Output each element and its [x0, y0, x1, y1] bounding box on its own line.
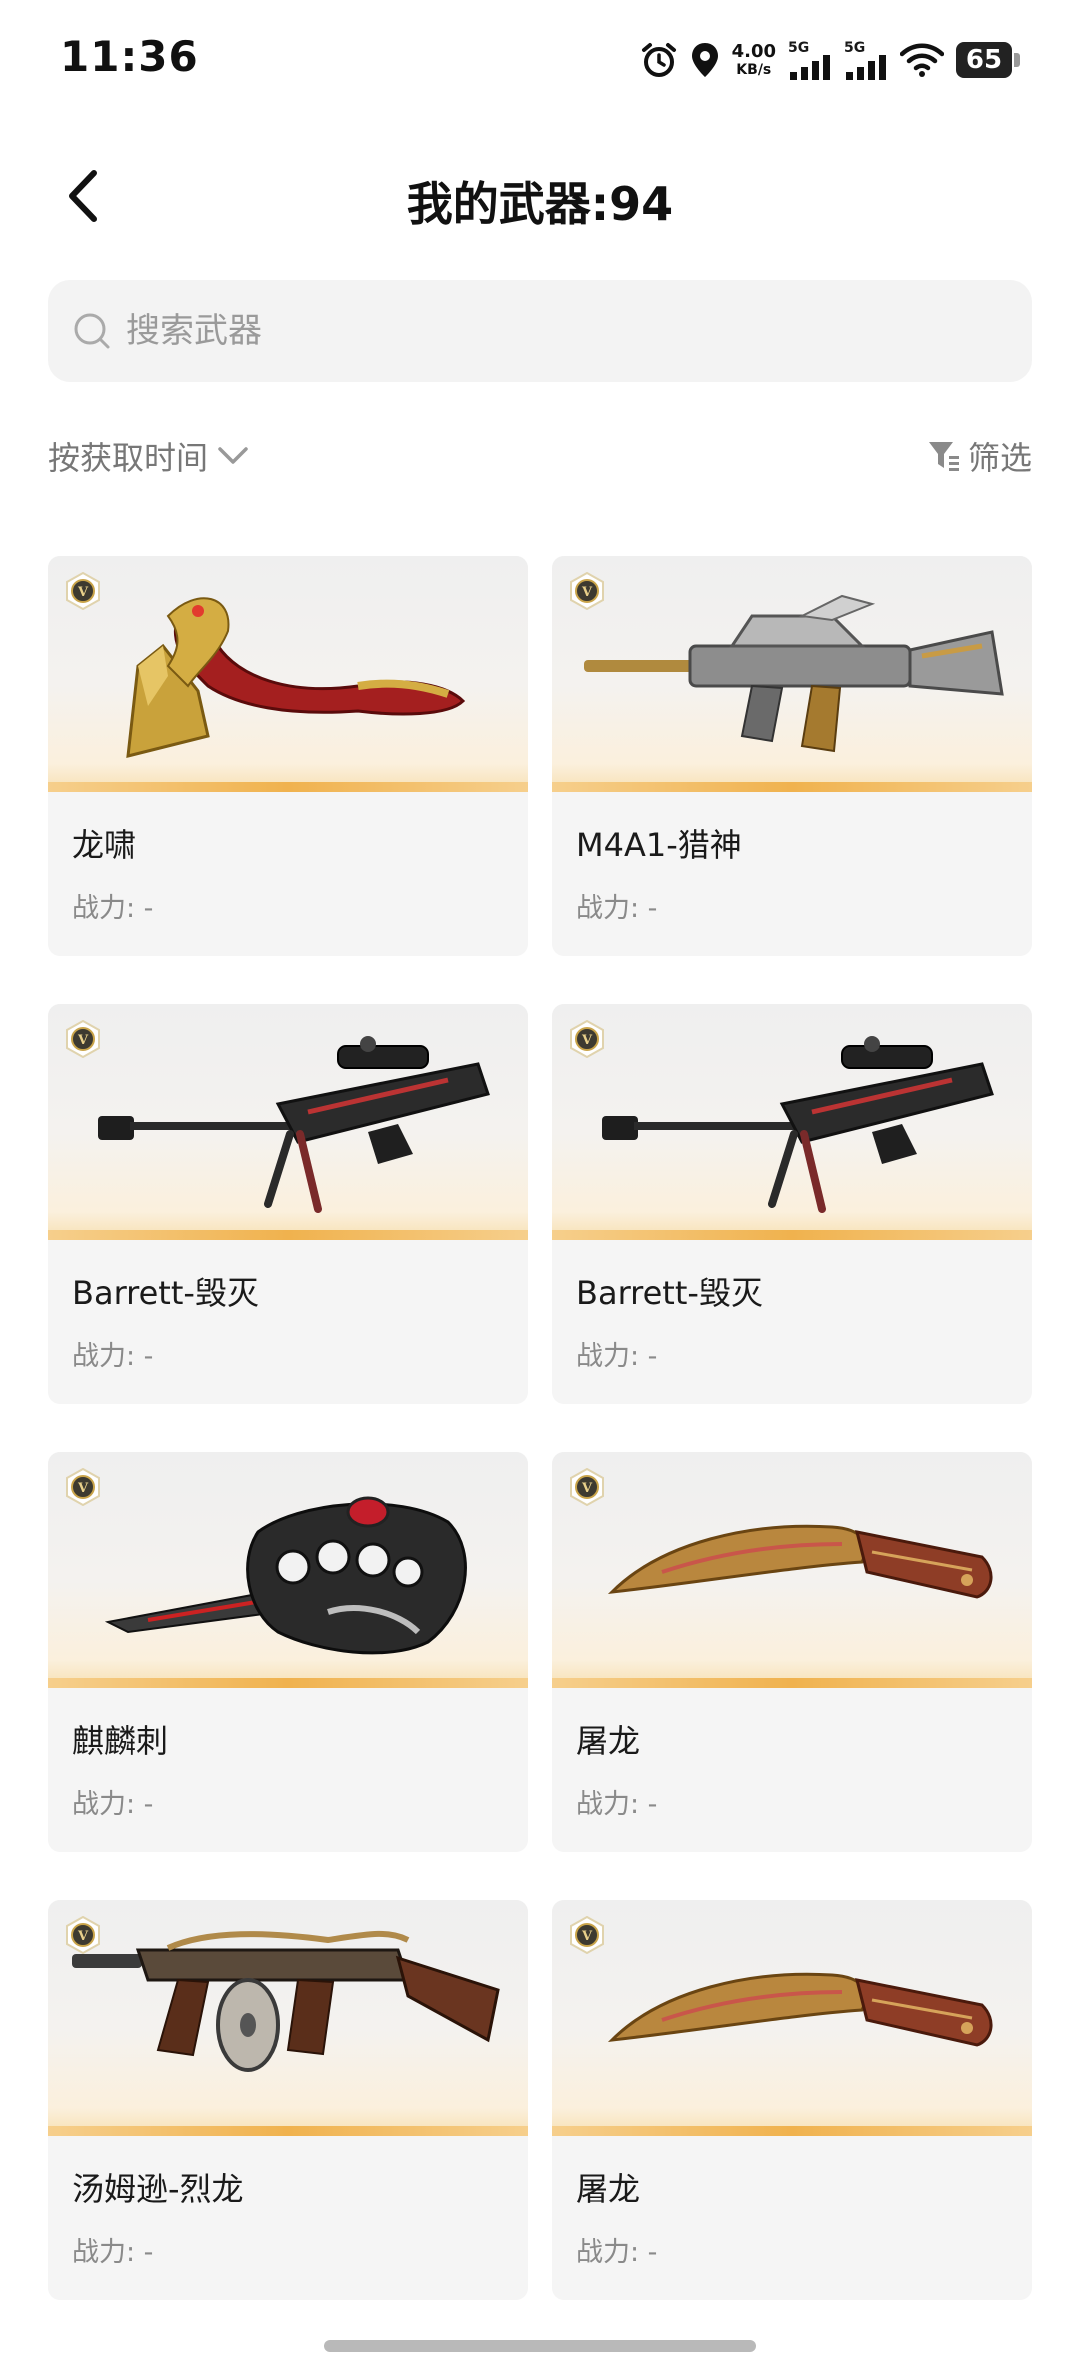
- kukri-knife-icon: [607, 1524, 993, 1599]
- axe-icon: [126, 597, 466, 758]
- weapon-name: M4A1-猎神: [576, 826, 742, 864]
- weapon-card[interactable]: V 汤姆逊-烈龙 战力: -: [48, 1900, 528, 2300]
- wifi-icon: [900, 42, 944, 78]
- vip-badge-icon: V: [66, 1916, 100, 1954]
- alarm-icon: [640, 41, 678, 79]
- weapon-power: 战力: -: [72, 1789, 154, 1820]
- network-speed-value: 4.00: [731, 41, 776, 62]
- search-icon: [70, 309, 114, 353]
- weapon-name: 麒麟刺: [72, 1722, 169, 1760]
- weapon-card[interactable]: V Barrett-毁灭 战力: -: [552, 1004, 1032, 1404]
- weapon-image: V: [48, 1900, 528, 2136]
- weapon-name: 屠龙: [576, 1722, 641, 1760]
- search-input[interactable]: [124, 310, 988, 352]
- sim2-signal-icon: 5G: [844, 40, 888, 80]
- vip-badge-icon: V: [66, 572, 100, 610]
- weapon-name: 屠龙: [576, 2170, 641, 2208]
- network-speed-unit: KB/s: [736, 62, 772, 78]
- status-icons: 4.00 KB/s 5G 5G 65: [640, 36, 1022, 84]
- weapon-list-page: 11:36 4.00 KB/s 5G 5G 65 我的武器:94 搜索武器 按获…: [0, 0, 1080, 2376]
- weapon-grid: V 龙啸 战力: - V M4A1-猎神 战力: - V Barrett-毁灭 …: [48, 556, 1032, 2300]
- weapon-card[interactable]: V 屠龙 战力: -: [552, 1900, 1032, 2300]
- weapon-name: 汤姆逊-烈龙: [72, 2170, 244, 2208]
- svg-text:V: V: [581, 1481, 593, 1496]
- weapon-name: Barrett-毁灭: [72, 1274, 259, 1312]
- network-speed: 4.00 KB/s: [731, 41, 776, 78]
- svg-text:V: V: [581, 1929, 593, 1944]
- weapon-card[interactable]: V Barrett-毁灭 战力: -: [48, 1004, 528, 1404]
- weapon-name: Barrett-毁灭: [576, 1274, 763, 1312]
- svg-text:V: V: [581, 1033, 593, 1048]
- rifle-icon: [584, 594, 1004, 753]
- weapon-name: 龙啸: [72, 826, 137, 864]
- filter-label: 筛选: [967, 439, 1032, 477]
- weapon-power: 战力: -: [72, 1341, 154, 1372]
- vip-badge-icon: V: [66, 1020, 100, 1058]
- weapon-power: 战力: -: [72, 2237, 154, 2268]
- weapon-card[interactable]: V 龙啸 战力: -: [48, 556, 528, 956]
- home-indicator[interactable]: [324, 2340, 756, 2352]
- weapon-card[interactable]: V 麒麟刺 战力: -: [48, 1452, 528, 1852]
- vip-badge-icon: V: [570, 1916, 604, 1954]
- vip-badge-icon: V: [570, 572, 604, 610]
- svg-text:V: V: [77, 1481, 89, 1496]
- weapon-image: V: [48, 556, 528, 792]
- status-time: 11:36: [60, 32, 199, 81]
- weapon-power: 战力: -: [576, 1341, 658, 1372]
- location-icon: [690, 41, 720, 79]
- weapon-card[interactable]: V M4A1-猎神 战力: -: [552, 556, 1032, 956]
- weapon-image: V: [552, 1004, 1032, 1240]
- svg-text:V: V: [77, 1033, 89, 1048]
- weapon-image: V: [48, 1004, 528, 1240]
- chevron-down-icon: [216, 439, 250, 473]
- kukri-knife-icon: [607, 1972, 993, 2047]
- svg-text:V: V: [77, 1929, 89, 1944]
- battery-icon: 65: [956, 42, 1022, 78]
- battery-level: 65: [956, 42, 1012, 78]
- svg-text:V: V: [77, 585, 89, 600]
- filter-button[interactable]: 筛选: [926, 428, 1032, 484]
- weapon-power: 战力: -: [576, 893, 658, 924]
- svg-text:V: V: [581, 585, 593, 600]
- sniper-rifle-icon: [98, 1036, 490, 1213]
- weapon-image: V: [552, 1900, 1032, 2136]
- weapon-power: 战力: -: [576, 2237, 658, 2268]
- vip-badge-icon: V: [570, 1468, 604, 1506]
- page-title: 我的武器:94: [406, 177, 674, 231]
- sniper-rifle-icon: [602, 1036, 994, 1213]
- vip-badge-icon: V: [570, 1020, 604, 1058]
- weapon-card[interactable]: V 屠龙 战力: -: [552, 1452, 1032, 1852]
- sort-label: 按获取时间: [48, 439, 209, 477]
- weapon-image: V: [552, 1452, 1032, 1688]
- status-bar: 11:36 4.00 KB/s 5G 5G 65: [0, 0, 1080, 120]
- sim1-signal-icon: 5G: [788, 40, 832, 80]
- vip-badge-icon: V: [66, 1468, 100, 1506]
- sort-dropdown[interactable]: 按获取时间: [48, 428, 250, 484]
- weapon-image: V: [48, 1452, 528, 1688]
- knuckle-blade-icon: [104, 1496, 467, 1655]
- weapon-image: V: [552, 556, 1032, 792]
- tommy-gun-icon: [72, 1930, 500, 2072]
- weapon-power: 战力: -: [72, 893, 154, 924]
- search-bar[interactable]: [48, 280, 1032, 382]
- filter-icon: [926, 438, 962, 474]
- weapon-power: 战力: -: [576, 1789, 658, 1820]
